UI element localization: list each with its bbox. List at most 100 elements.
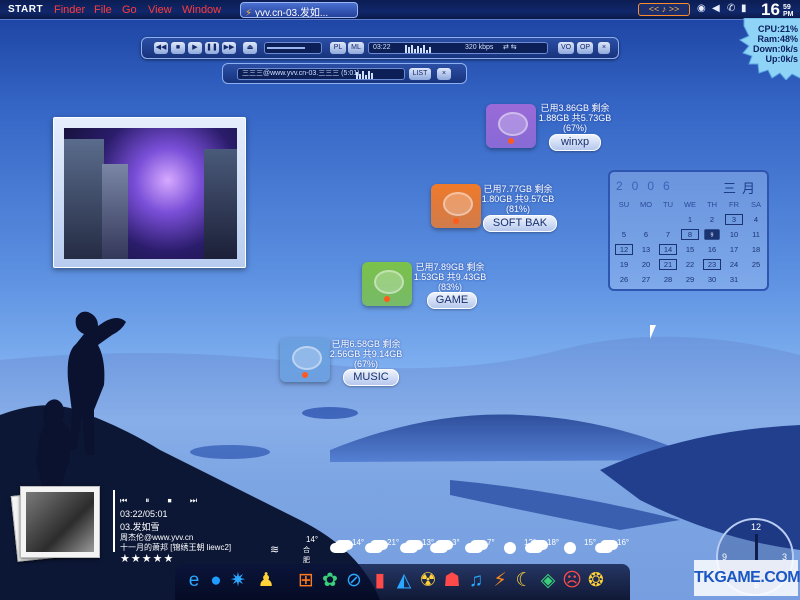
calendar-day (657, 212, 679, 227)
fox-icon[interactable]: ❂ (585, 570, 607, 592)
windows-icon[interactable]: ⊞ (295, 570, 317, 592)
play-button[interactable]: ▶ (188, 42, 202, 54)
calendar-day[interactable]: 2 (701, 212, 723, 227)
calendar-day[interactable]: 10 (723, 227, 745, 242)
calendar-day[interactable]: 5 (613, 227, 635, 242)
drive-game-label[interactable]: GAME (427, 292, 477, 309)
start-button[interactable]: START (8, 4, 43, 15)
rating-stars[interactable]: ★★★★★ (120, 552, 174, 565)
volume-fill (267, 47, 305, 49)
signal-icon[interactable]: ▮ (741, 3, 747, 14)
calendar-day[interactable]: 18 (745, 242, 767, 257)
menubar-clock: 16 59 PM (761, 0, 794, 20)
options-button[interactable]: OP (577, 42, 593, 54)
menu-view[interactable]: View (148, 4, 172, 16)
calendar-day[interactable]: 25 (745, 257, 767, 272)
calendar-day[interactable]: 30 (701, 272, 723, 287)
calendar-day[interactable]: 21 (657, 257, 679, 272)
drive-winxp-icon[interactable] (486, 104, 536, 148)
calendar-day[interactable]: 28 (657, 272, 679, 287)
pause-button[interactable]: ❚❚ (205, 42, 219, 54)
next-button[interactable]: ▶▶ (222, 42, 236, 54)
album-cover-stack[interactable] (10, 486, 102, 562)
radiation-icon[interactable]: ☢ (417, 570, 439, 592)
calendar-day[interactable]: 22 (679, 257, 701, 272)
lightning-icon[interactable]: ⚡ (489, 570, 511, 592)
forecast-day-5: 7° (465, 537, 505, 557)
calendar-day[interactable]: 26 (613, 272, 635, 287)
calendar-day[interactable]: 16 (701, 242, 723, 257)
calendar-day[interactable]: 24 (723, 257, 745, 272)
media-player-icon[interactable]: ◈ (537, 570, 559, 592)
rain-cloud-icon (595, 543, 613, 553)
calendar-day[interactable]: 29 (679, 272, 701, 287)
stop-button[interactable]: ■ (171, 42, 185, 54)
drive-game-icon[interactable] (362, 262, 412, 306)
person-icon[interactable]: ♟ (255, 570, 277, 592)
calendar-day[interactable]: 31 (723, 272, 745, 287)
paper-plane-icon[interactable]: ◭ (393, 570, 415, 592)
calendar-day[interactable]: 8 (679, 227, 701, 242)
playlist-close-icon[interactable]: × (437, 68, 451, 80)
mouse-cursor (650, 325, 662, 339)
volume-slider[interactable] (264, 42, 322, 54)
menu-window[interactable]: Window (182, 4, 221, 16)
close-icon[interactable]: × (598, 42, 610, 54)
visual-options-button[interactable]: VO (558, 42, 574, 54)
settings-gear-icon[interactable]: ✷ (227, 570, 249, 592)
calendar-day[interactable]: 19 (613, 257, 635, 272)
calendar-day[interactable]: 15 (679, 242, 701, 257)
battery-icon[interactable]: ▮ (369, 570, 391, 592)
cpu-usage: CPU:21% (757, 24, 798, 34)
eject-button[interactable]: ⏏ (243, 42, 257, 54)
previous-button[interactable]: ◀◀ (154, 42, 168, 54)
list-button[interactable]: LIST (409, 68, 431, 80)
globe-icon[interactable]: ◉ (697, 3, 706, 14)
calendar-day[interactable]: 11 (745, 227, 767, 242)
drive-music-label[interactable]: MUSIC (343, 369, 399, 386)
calendar-day[interactable]: 3 (723, 212, 745, 227)
music-note-icon[interactable]: ♫ (465, 570, 487, 592)
media-library-toggle[interactable]: ML (348, 42, 364, 54)
mask-icon[interactable]: ☹ (561, 570, 583, 592)
photo-frame-widget[interactable] (53, 117, 246, 268)
calendar-day[interactable]: 4 (745, 212, 767, 227)
speaker-icon[interactable]: ◀ (712, 3, 720, 14)
menu-finder[interactable]: Finder (54, 4, 85, 16)
task-button-player[interactable]: ⚡ yvv.cn-03.发如... (240, 2, 358, 18)
internet-explorer-icon[interactable]: e (183, 570, 205, 592)
playlist-toggle[interactable]: PL (330, 42, 346, 54)
menu-go[interactable]: Go (122, 4, 137, 16)
calendar-day[interactable]: 13 (635, 242, 657, 257)
calendar-day[interactable]: 23 (701, 257, 723, 272)
rain-cloud-icon (430, 543, 448, 553)
apple-icon[interactable]: ● (205, 570, 227, 592)
no-sign-icon[interactable]: ⊘ (343, 570, 365, 592)
sun-icon (564, 542, 576, 554)
calendar-day[interactable]: 7 (657, 227, 679, 242)
weekday-header: SA (750, 200, 761, 209)
weather-city: 合肥 (303, 547, 310, 564)
drive-softbak-label[interactable]: SOFT BAK (483, 215, 557, 232)
shuffle-icon[interactable]: ⇄ ⇆ (503, 43, 517, 53)
lightning-icon: ⚡ (245, 8, 253, 18)
calendar-day[interactable]: 14 (657, 242, 679, 257)
calendar-day[interactable]: 12 (613, 242, 635, 257)
phone-icon[interactable]: ✆ (727, 3, 735, 14)
calendar-day[interactable]: 1 (679, 212, 701, 227)
task-title: yvv.cn-03.发如... (255, 8, 329, 18)
flower-icon[interactable]: ✿ (319, 570, 341, 592)
music-controls[interactable]: ⏮ ⏸ ⏹ ⏭ (120, 496, 205, 506)
calendar-day[interactable]: 6 (635, 227, 657, 242)
menu-file[interactable]: File (94, 4, 112, 16)
calendar-day[interactable]: 17 (723, 242, 745, 257)
robot-icon[interactable]: ☗ (441, 570, 463, 592)
moon-icon[interactable]: ☾ (513, 570, 535, 592)
calendar-day[interactable]: 9 (704, 229, 720, 240)
drive-winxp-label[interactable]: winxp (549, 134, 601, 151)
calendar-day[interactable]: 27 (635, 272, 657, 287)
tray-media-controls[interactable]: << ♪ >> (638, 3, 690, 16)
calendar-day[interactable]: 20 (635, 257, 657, 272)
drive-softbak-icon[interactable] (431, 184, 481, 228)
drive-music-icon[interactable] (280, 338, 330, 382)
